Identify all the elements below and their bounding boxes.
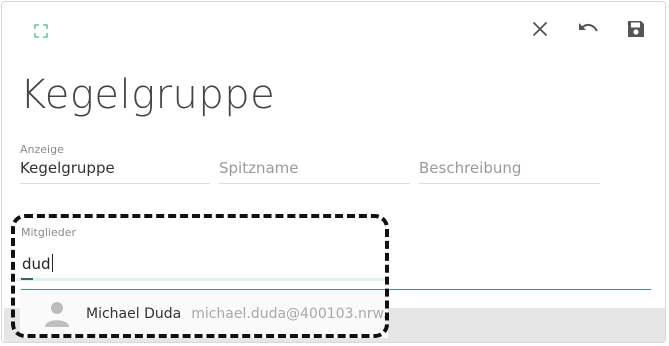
- input-focus-glow: [16, 278, 388, 281]
- mitglieder-label: Mitglieder: [21, 226, 76, 239]
- close-icon: [531, 20, 549, 42]
- suggestion-name: Michael Duda: [86, 306, 182, 322]
- input-focus-indicator: [21, 278, 33, 280]
- mitglieder-input-value: dud: [22, 255, 51, 273]
- spitzname-input[interactable]: [219, 157, 410, 179]
- undo-icon: [577, 20, 599, 42]
- text-caret: [51, 254, 53, 272]
- beschreibung-field: [419, 143, 600, 184]
- anzeige-field: Anzeige: [20, 143, 210, 184]
- save-icon: [626, 19, 646, 43]
- undo-button[interactable]: [576, 19, 600, 43]
- beschreibung-underline: [419, 183, 600, 184]
- suggestion-email: michael.duda@400103.nrw.schule: [191, 306, 388, 322]
- beschreibung-input[interactable]: [419, 157, 600, 179]
- spitzname-field: [219, 143, 410, 184]
- dialog-frame: Kegelgruppe Anzeige Mitglieder dud Micha…: [1, 1, 666, 343]
- save-button[interactable]: [624, 19, 648, 43]
- anzeige-underline: [20, 183, 210, 184]
- autocomplete-suggestion[interactable]: Michael Duda michael.duda@400103.nrw.sch…: [20, 290, 388, 338]
- mitglieder-input[interactable]: dud: [22, 254, 53, 273]
- close-button[interactable]: [528, 19, 552, 43]
- page-title: Kegelgruppe: [20, 72, 276, 118]
- person-avatar-icon: [40, 297, 74, 331]
- expand-icon[interactable]: [32, 22, 50, 40]
- anzeige-input[interactable]: [20, 157, 210, 179]
- anzeige-label: Anzeige: [20, 143, 64, 156]
- spitzname-underline: [219, 183, 410, 184]
